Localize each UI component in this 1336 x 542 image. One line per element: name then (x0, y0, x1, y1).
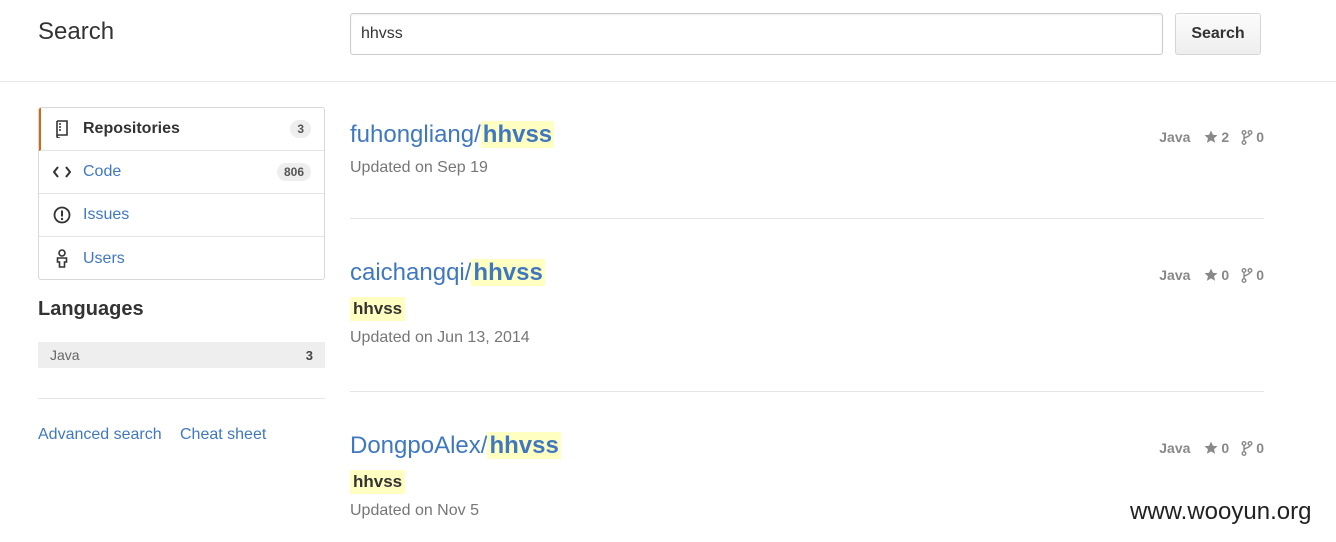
menu-label-users: Users (83, 249, 125, 267)
star-count: 2 (1221, 129, 1230, 145)
result-divider (350, 391, 1264, 392)
repo-name-link[interactable]: hhvss (487, 432, 561, 459)
repo-updated: Updated on Jun 13, 2014 (350, 329, 530, 346)
cheat-sheet-link[interactable]: Cheat sheet (180, 426, 266, 444)
menu-item-issues[interactable]: Issues (39, 194, 324, 237)
sidebar-divider (38, 398, 325, 399)
star-icon (1204, 268, 1218, 281)
repo-owner-link[interactable]: DongpoAlex/ (350, 432, 487, 459)
search-input[interactable] (350, 13, 1163, 55)
repo-owner-link[interactable]: fuhongliang/ (350, 121, 481, 148)
star-count: 0 (1221, 440, 1230, 456)
repo-description: hhvss (350, 470, 406, 494)
repo-list-item: caichangqi/hhvss hhvss Updated on Jun 13… (350, 257, 1264, 347)
repo-forks[interactable]: 0 (1241, 267, 1264, 283)
header: Search Search (0, 0, 1336, 82)
code-icon (52, 162, 72, 182)
repo-icon (52, 119, 72, 139)
language-name: Java (50, 347, 80, 363)
menu-item-users[interactable]: Users (39, 237, 324, 279)
fork-count: 0 (1256, 267, 1264, 283)
fork-count: 0 (1256, 440, 1264, 456)
search-filter-menu: Repositories 3 Code 806 Issues Users (38, 107, 325, 280)
repo-forks[interactable]: 0 (1241, 129, 1264, 145)
count-badge-code: 806 (276, 163, 311, 181)
repo-title[interactable]: fuhongliang/hhvss (350, 119, 1264, 151)
repo-forks[interactable]: 0 (1241, 440, 1264, 456)
language-filter-java[interactable]: Java 3 (38, 342, 325, 368)
repo-name-link[interactable]: hhvss (480, 121, 555, 148)
repo-list-item: fuhongliang/hhvss Updated on Sep 19 Java… (350, 119, 1264, 177)
repo-language: Java (1159, 440, 1191, 456)
menu-item-repositories[interactable]: Repositories 3 (39, 108, 324, 151)
fork-icon (1241, 129, 1253, 145)
repo-list-item: DongpoAlex/hhvss hhvss Updated on Nov 5 … (350, 430, 1264, 520)
repo-language: Java (1159, 267, 1191, 283)
repo-stars[interactable]: 0 (1204, 440, 1229, 456)
repo-language: Java (1159, 129, 1191, 145)
issue-icon (52, 205, 72, 225)
watermark: www.wooyun.org (1130, 498, 1312, 525)
page-title: Search (38, 18, 115, 45)
repo-stats: Java 2 0 (1159, 129, 1264, 145)
repo-owner-link[interactable]: caichangqi/ (350, 259, 471, 286)
repo-title[interactable]: caichangqi/hhvss (350, 257, 1264, 289)
repo-stats: Java 0 0 (1159, 267, 1264, 283)
repo-title[interactable]: DongpoAlex/hhvss (350, 430, 1264, 462)
fork-icon (1241, 267, 1253, 283)
count-badge-repositories: 3 (290, 120, 311, 138)
languages-heading: Languages (38, 298, 144, 320)
repo-description: hhvss (350, 297, 406, 321)
repo-stars[interactable]: 0 (1204, 267, 1229, 283)
repo-name-link[interactable]: hhvss (471, 259, 545, 286)
star-icon (1204, 441, 1218, 454)
fork-count: 0 (1256, 129, 1264, 145)
menu-label-repositories: Repositories (83, 120, 180, 137)
fork-icon (1241, 440, 1253, 456)
repo-updated: Updated on Nov 5 (350, 502, 479, 519)
star-count: 0 (1221, 267, 1230, 283)
menu-label-code: Code (83, 163, 122, 180)
result-divider (350, 218, 1264, 219)
person-icon (52, 249, 72, 269)
repo-updated: Updated on Sep 19 (350, 159, 488, 176)
advanced-search-link[interactable]: Advanced search (38, 426, 162, 444)
language-count: 3 (305, 347, 313, 363)
menu-item-code[interactable]: Code 806 (39, 151, 324, 194)
star-icon (1204, 130, 1218, 143)
repo-stats: Java 0 0 (1159, 440, 1264, 456)
search-button[interactable]: Search (1175, 13, 1261, 55)
menu-label-issues: Issues (83, 206, 130, 223)
repo-stars[interactable]: 2 (1204, 129, 1229, 145)
